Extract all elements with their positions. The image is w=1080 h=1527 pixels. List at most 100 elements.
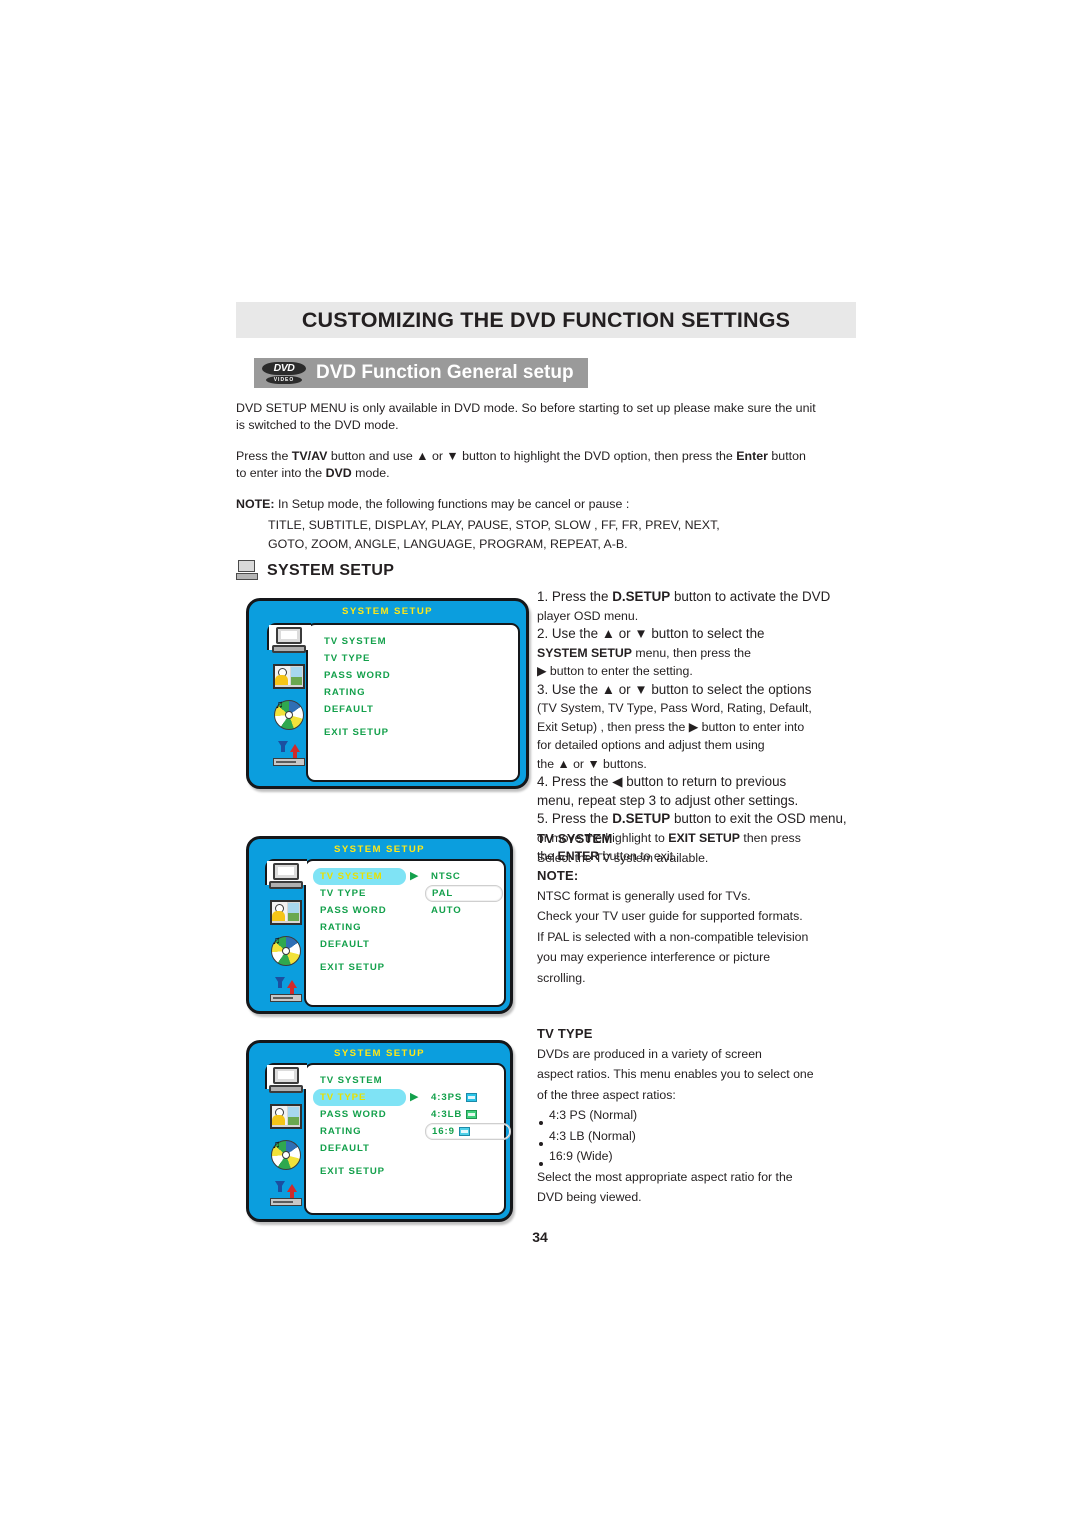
picture-settings-icon[interactable] [270,900,302,925]
osd-title-2: SYSTEM SETUP [334,844,425,855]
menu-item-pass-word[interactable]: PASS WORD [317,667,467,684]
intro-paragraph-1: DVD SETUP MENU is only available in DVD … [236,400,856,434]
menu-item-tv-type[interactable]: TV TYPE [313,885,406,902]
menu-item-default[interactable]: DEFAULT [313,1140,406,1157]
intro-p2-pre: Press the [236,449,292,463]
menu-item-tv-type[interactable]: TV TYPE [313,1089,406,1106]
dvd-video-logo-icon: DVD VIDEO [262,361,306,385]
option-ntsc[interactable]: NTSC [425,868,503,885]
intro-note: NOTE: In Setup mode, the following funct… [236,496,856,513]
step-3-line-4: for detailed options and adjust them usi… [537,738,765,752]
tv-system-section: TV SYSTEM Select the TV system available… [537,830,857,988]
tv-system-heading: TV SYSTEM [537,831,613,846]
steps-text: 1. Press the D.SETUP button to activate … [537,588,857,866]
intro-note-label: NOTE: [236,497,275,511]
preferences-arrows-icon[interactable] [273,741,305,767]
menu-item-tv-system[interactable]: TV SYSTEM [313,868,406,885]
osd-icon-column-1: ♫ [267,627,311,778]
menu-item-tv-type[interactable]: TV TYPE [317,650,467,667]
intro-text: DVD SETUP MENU is only available in DVD … [236,400,856,557]
tv-type-line-2: aspect ratios. This menu enables you to … [537,1067,814,1081]
step-4-line-2: menu, repeat step 3 to adjust other sett… [537,792,799,808]
picture-settings-icon[interactable] [270,1104,302,1129]
audio-disc-icon[interactable]: ♫ [274,700,304,730]
step-3-line-3: Exit Setup) , then press the ▶ button to… [537,719,805,734]
aspect-ratio-ps-icon [466,1093,478,1102]
step-5-line-1: 5. Press the D.SETUP button to exit the … [537,810,857,829]
step-5-pre: 5. Press the [537,811,613,826]
tv-system-line-3: Check your TV user guide for supported f… [537,909,803,923]
option-4-3-ps-label: 4:3PS [431,1092,463,1103]
tv-type-line-4: Select the most appropriate aspect ratio… [537,1169,793,1184]
bullet-dot-icon [539,1121,543,1125]
picture-settings-icon[interactable] [273,664,305,689]
tv-system-note-label: NOTE: [537,868,579,883]
osd-icon-column-2: ♫ [265,863,307,1014]
dvd-logo-top-text: DVD [262,362,306,375]
preferences-arrows-icon[interactable] [270,977,302,1003]
tv-type-bullet-3: 16:9 (Wide) [537,1146,857,1167]
intro-p2-line2-pre: to enter into the [236,466,326,480]
menu-item-exit-setup[interactable]: EXIT SETUP [313,959,406,976]
menu-item-exit-setup[interactable]: EXIT SETUP [313,1163,406,1180]
option-16-9[interactable]: 16:9 [425,1123,511,1140]
tv-type-bullet-1: 4:3 PS (Normal) [537,1105,857,1126]
tv-type-bullet-1-label: 4:3 PS (Normal) [549,1108,638,1122]
option-pal[interactable]: PAL [425,885,503,902]
system-setup-heading: SYSTEM SETUP [236,560,394,581]
monitor-icon [236,560,258,581]
menu-item-default[interactable]: DEFAULT [313,936,406,953]
menu-item-tv-system[interactable]: TV SYSTEM [313,1072,406,1089]
intro-note-list: TITLE, SUBTITLE, DISPLAY, PLAY, PAUSE, S… [236,517,856,553]
computer-monitor-icon[interactable] [269,863,303,889]
menu-item-default[interactable]: DEFAULT [317,701,467,718]
intro-p2-line2-post: mode. [351,466,390,480]
menu-item-rating[interactable]: RATING [313,1123,406,1140]
chapter-title: CUSTOMIZING THE DVD FUNCTION SETTINGS [301,307,791,332]
tv-system-line-4: If PAL is selected with a non-compatible… [537,929,809,944]
tv-system-line-6: scrolling. [537,970,586,985]
page-number: 34 [532,1229,548,1245]
menu-item-rating[interactable]: RATING [313,919,406,936]
tv-type-heading: TV TYPE [537,1026,593,1041]
computer-monitor-icon[interactable] [272,627,306,653]
audio-disc-icon[interactable]: ♫ [271,1140,301,1170]
tv-system-line-1: Select the TV system available. [537,850,709,865]
preferences-arrows-icon[interactable] [270,1181,302,1207]
intro-note-line-1: TITLE, SUBTITLE, DISPLAY, PLAY, PAUSE, S… [268,518,720,532]
osd-option-list-2: NTSC PAL AUTO [425,868,503,919]
option-16-9-label: 16:9 [432,1126,455,1137]
option-auto[interactable]: AUTO [425,902,503,919]
option-4-3-ps[interactable]: 4:3PS [425,1089,511,1106]
menu-item-pass-word[interactable]: PASS WORD [313,902,406,919]
menu-item-pass-word[interactable]: PASS WORD [313,1106,406,1123]
intro-p2-bold-dvd: DVD [325,466,352,480]
intro-p2-bold-tvav: TV/AV [291,449,328,463]
tv-type-bullet-3-label: 16:9 (Wide) [549,1149,613,1163]
step-2-bold: SYSTEM SETUP [537,645,632,660]
tv-type-bullet-2-label: 4:3 LB (Normal) [549,1128,636,1143]
osd-menu-list-3: TV SYSTEM TV TYPE PASS WORD RATING DEFAU… [313,1072,406,1180]
intro-p1-line2: is switched to the DVD mode. [236,418,399,432]
bullet-dot-icon [539,1141,543,1146]
aspect-ratio-wide-icon [458,1127,470,1136]
option-4-3-lb[interactable]: 4:3LB [425,1106,511,1123]
computer-monitor-icon[interactable] [269,1067,303,1093]
selection-cursor-icon: ▶ [410,1091,419,1103]
menu-item-tv-system[interactable]: TV SYSTEM [317,633,467,650]
osd-screen-system-setup: SYSTEM SETUP ♫ TV SYSTEM TV TYPE PASS WO… [246,598,529,789]
step-4-line-1: 4. Press the ◀ button to return to previ… [537,774,787,789]
option-4-3-lb-label: 4:3LB [431,1109,463,1120]
aspect-ratio-lb-icon [466,1110,478,1119]
osd-title-3: SYSTEM SETUP [334,1048,425,1059]
audio-disc-icon[interactable]: ♫ [271,936,301,966]
dvd-logo-bottom-text: VIDEO [266,376,302,384]
step-5-post: button to exit the OSD menu, [670,811,847,826]
step-2-line-1: 2. Use the ▲ or ▼ button to select the [537,626,765,641]
step-5-bold: D.SETUP [612,811,671,826]
osd-title-1: SYSTEM SETUP [342,606,433,617]
tv-type-line-3: of the three aspect ratios: [537,1087,676,1102]
step-3-line-1: 3. Use the ▲ or ▼ button to select the o… [537,681,812,697]
menu-item-exit-setup[interactable]: EXIT SETUP [317,724,467,741]
menu-item-rating[interactable]: RATING [317,684,467,701]
